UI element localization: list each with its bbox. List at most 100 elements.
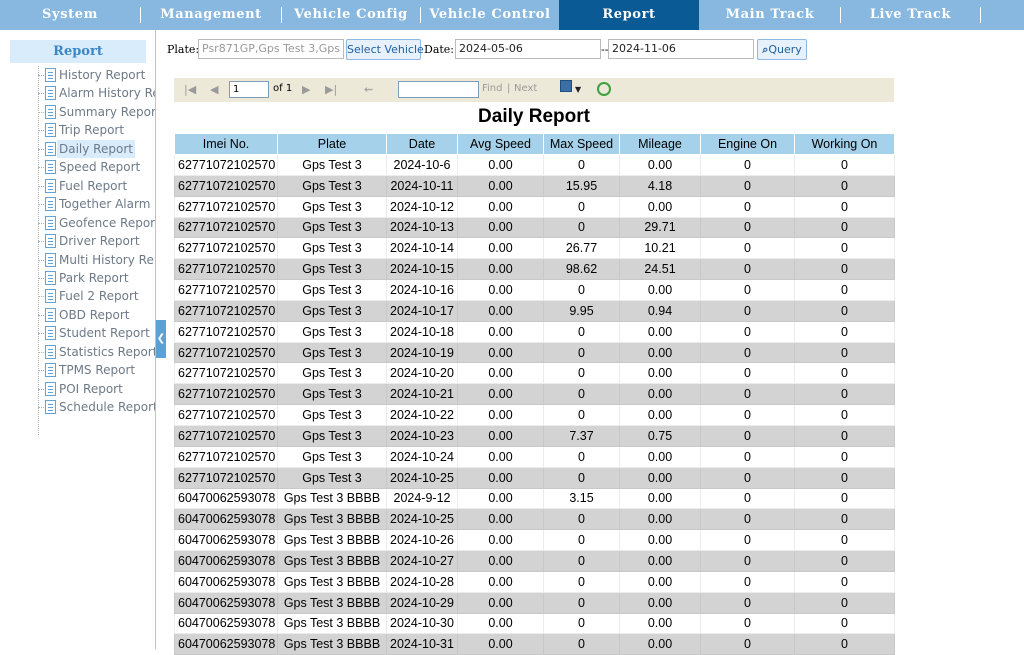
table-row[interactable]: 62771072102570 Gps Test 3 2024-10-19 0.00 0 0… bbox=[174, 341, 895, 364]
table-cell: 0.00 bbox=[457, 445, 544, 468]
table-cell: 2024-10-29 bbox=[386, 591, 458, 614]
sidebar-item[interactable]: Together Alarm Report bbox=[38, 195, 155, 213]
sidebar-title[interactable]: Report bbox=[10, 40, 146, 63]
first-page-icon[interactable]: |◀ bbox=[184, 82, 196, 98]
sidebar-item[interactable]: Fuel Report bbox=[38, 177, 155, 195]
sidebar-item[interactable]: Trip Report bbox=[38, 121, 155, 139]
table-row[interactable]: 60470062593078 Gps Test 3 BBBB 2024-9-12 0.… bbox=[174, 487, 895, 510]
table-row[interactable]: 62771072102570 Gps Test 3 2024-10-22 0.00 0 0… bbox=[174, 404, 895, 426]
sidebar-item[interactable]: Daily Report bbox=[38, 139, 155, 158]
sidebar-item-label: OBD Report bbox=[59, 307, 130, 322]
sidebar-item[interactable]: Speed Report bbox=[38, 158, 155, 176]
table-cell: Gps Test 3 bbox=[277, 424, 387, 447]
table-cell: 2024-10-22 bbox=[386, 404, 458, 426]
sidebar-item[interactable]: Student Report bbox=[38, 324, 155, 342]
sidebar-item[interactable]: Fuel 2 Report bbox=[38, 287, 155, 305]
collapse-sidebar-button[interactable]: ❮ bbox=[156, 320, 166, 358]
table-row[interactable]: 62771072102570 Gps Test 3 2024-10-16 0.00 0 0… bbox=[174, 279, 895, 301]
find-input[interactable] bbox=[398, 81, 479, 98]
table-cell: 0 bbox=[794, 195, 895, 218]
table-cell: 2024-10-25 bbox=[386, 508, 458, 531]
export-save-icon[interactable] bbox=[560, 80, 572, 92]
table-row[interactable]: 62771072102570 Gps Test 3 2024-10-6 0.00 0 0.… bbox=[174, 154, 895, 176]
refresh-icon[interactable] bbox=[597, 82, 611, 96]
tab-live-track[interactable]: Live Track bbox=[841, 0, 980, 30]
table-cell: Gps Test 3 BBBB bbox=[277, 550, 387, 572]
table-row[interactable]: 60470062593078 Gps Test 3 BBBB 2024-10-28 0… bbox=[174, 570, 895, 593]
table-row[interactable]: 62771072102570 Gps Test 3 2024-10-23 0.00 7.… bbox=[174, 424, 895, 447]
page-number-input[interactable]: 1 bbox=[229, 81, 269, 98]
document-icon bbox=[45, 234, 56, 249]
table-cell: 4.18 bbox=[619, 174, 701, 197]
table-row[interactable]: 60470062593078 Gps Test 3 BBBB 2024-10-26 0… bbox=[174, 529, 895, 552]
table-cell: Gps Test 3 bbox=[277, 237, 387, 260]
table-row[interactable]: 62771072102570 Gps Test 3 2024-10-20 0.00 0 0… bbox=[174, 362, 895, 385]
query-button[interactable]: ⌕Query bbox=[757, 39, 807, 60]
tab-vehicle-config[interactable]: Vehicle Config bbox=[282, 0, 420, 30]
table-cell: 0.00 bbox=[457, 487, 544, 510]
table-cell: 0.75 bbox=[619, 424, 701, 447]
sidebar-item[interactable]: Driver Report bbox=[38, 232, 155, 250]
table-row[interactable]: 62771072102570 Gps Test 3 2024-10-24 0.00 0 0… bbox=[174, 445, 895, 468]
sidebar-item[interactable]: History Report bbox=[38, 66, 155, 84]
table-row[interactable]: 62771072102570 Gps Test 3 2024-10-11 0.00 15… bbox=[174, 174, 895, 197]
table-cell: 0 bbox=[794, 279, 895, 301]
table-row[interactable]: 60470062593078 Gps Test 3 BBBB 2024-10-29 0… bbox=[174, 591, 895, 614]
document-icon bbox=[45, 197, 56, 212]
sidebar-item[interactable]: Alarm History Report bbox=[38, 84, 155, 102]
page-count: of 1 bbox=[273, 83, 293, 94]
sidebar-item[interactable]: Geofence Report bbox=[38, 214, 155, 232]
date-from-input[interactable]: 2024-05-06 bbox=[455, 39, 601, 59]
table-cell: 2024-10-16 bbox=[386, 279, 458, 301]
find-link[interactable]: Find bbox=[482, 83, 503, 94]
tab-management[interactable]: Management bbox=[141, 0, 281, 30]
export-dropdown-icon[interactable]: ▼ bbox=[575, 82, 581, 98]
sidebar-item[interactable]: Schedule Report bbox=[38, 398, 156, 416]
sidebar-item[interactable]: TPMS Report bbox=[38, 361, 155, 379]
table-row[interactable]: 62771072102570 Gps Test 3 2024-10-12 0.00 0 0… bbox=[174, 195, 895, 218]
table-row[interactable]: 60470062593078 Gps Test 3 BBBB 2024-10-31 0… bbox=[174, 633, 895, 655]
table-row[interactable]: 62771072102570 Gps Test 3 2024-10-15 0.00 98… bbox=[174, 258, 895, 281]
sidebar-item-label: Statistics Report bbox=[59, 344, 156, 359]
table-row[interactable]: 60470062593078 Gps Test 3 BBBB 2024-10-25 0… bbox=[174, 508, 895, 531]
next-page-icon[interactable]: ▶ bbox=[302, 82, 310, 98]
table-row[interactable]: 62771072102570 Gps Test 3 2024-10-17 0.00 9.… bbox=[174, 299, 895, 322]
table-row[interactable]: 62771072102570 Gps Test 3 2024-10-25 0.00 0 0… bbox=[174, 466, 895, 489]
plate-input[interactable]: Psr871GP,Gps Test 3,Gps Test 3 BBBB bbox=[198, 39, 344, 59]
table-cell: Gps Test 3 bbox=[277, 383, 387, 406]
table-row[interactable]: 62771072102570 Gps Test 3 2024-10-13 0.00 0 2… bbox=[174, 216, 895, 239]
table-cell: 0.00 bbox=[457, 320, 544, 343]
sidebar-item-label: Driver Report bbox=[59, 234, 140, 249]
previous-page-icon[interactable]: ◀ bbox=[210, 82, 218, 98]
table-row[interactable]: 62771072102570 Gps Test 3 2024-10-14 0.00 26… bbox=[174, 237, 895, 260]
next-link[interactable]: Next bbox=[514, 83, 537, 94]
table-cell: 2024-10-24 bbox=[386, 445, 458, 468]
table-cell: 60470062593078 bbox=[174, 508, 278, 531]
table-row[interactable]: 60470062593078 Gps Test 3 BBBB 2024-10-27 0… bbox=[174, 550, 895, 572]
sidebar-item[interactable]: POI Report bbox=[38, 380, 155, 398]
select-vehicle-button[interactable]: Select Vehicle bbox=[346, 39, 424, 60]
tab-main-track[interactable]: Main Track bbox=[700, 0, 840, 30]
sidebar-item[interactable]: OBD Report bbox=[38, 306, 155, 324]
sidebar-item[interactable]: Multi History Report bbox=[38, 251, 155, 269]
tab-report[interactable]: Report bbox=[559, 0, 699, 30]
table-cell: Gps Test 3 BBBB bbox=[277, 633, 387, 655]
tab-vehicle-control[interactable]: Vehicle Control bbox=[421, 0, 559, 30]
table-cell: 0 bbox=[700, 383, 795, 406]
document-icon bbox=[45, 363, 56, 378]
table-cell: 0.00 bbox=[457, 154, 544, 176]
date-to-input[interactable]: 2024-11-06 bbox=[608, 39, 754, 59]
table-cell: 29.71 bbox=[619, 216, 701, 239]
table-cell: Gps Test 3 bbox=[277, 174, 387, 197]
back-icon[interactable]: ⇜ bbox=[364, 82, 373, 98]
last-page-icon[interactable]: ▶| bbox=[325, 82, 337, 98]
sidebar-item-label: Schedule Report bbox=[59, 400, 156, 415]
table-row[interactable]: 60470062593078 Gps Test 3 BBBB 2024-10-30 0… bbox=[174, 612, 895, 635]
sidebar-item[interactable]: Statistics Report bbox=[38, 343, 156, 361]
table-row[interactable]: 62771072102570 Gps Test 3 2024-10-21 0.00 0 0… bbox=[174, 383, 895, 406]
sidebar-item[interactable]: Park Report bbox=[38, 269, 155, 287]
tab-system[interactable]: System bbox=[0, 0, 140, 30]
sidebar-item[interactable]: Summary Report bbox=[38, 103, 155, 121]
table-cell: 0.00 bbox=[457, 404, 544, 426]
table-row[interactable]: 62771072102570 Gps Test 3 2024-10-18 0.00 0 0… bbox=[174, 320, 895, 343]
